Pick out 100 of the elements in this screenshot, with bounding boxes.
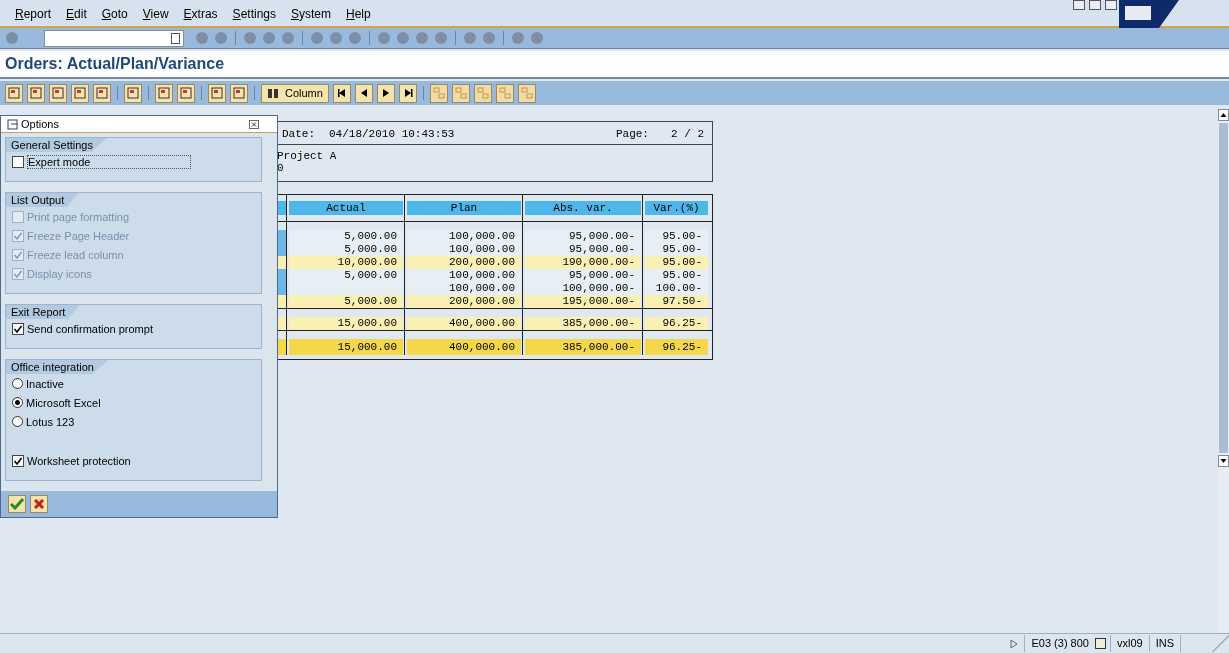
table-cell: 100,000.00 [407, 282, 521, 295]
date-value: 04/18/2010 10:43:53 [329, 128, 455, 140]
close-icon[interactable] [1105, 0, 1117, 10]
session-icon[interactable] [1094, 638, 1106, 649]
system-info: E03 (3) 800 [1024, 635, 1095, 652]
confirm-button[interactable] [8, 495, 26, 513]
option-label: Display icons [27, 267, 92, 280]
restore-icon[interactable] [1089, 0, 1101, 10]
row-marker [277, 201, 286, 215]
row-marker [277, 256, 286, 269]
menu-item[interactable]: Edit [66, 7, 87, 21]
next-icon[interactable] [376, 83, 395, 103]
header-text: Project A [277, 150, 338, 162]
menu-item[interactable]: Help [346, 7, 371, 21]
table-cell: 100,000.00 [407, 243, 521, 256]
scroll-down-icon[interactable] [1218, 455, 1229, 467]
date-label: Date: [282, 128, 315, 140]
group-title: Exit Report [6, 305, 80, 319]
table-cell: 195,000.00- [525, 295, 641, 308]
header-text: 0 [277, 162, 285, 174]
option-label: Microsoft Excel [26, 396, 101, 409]
row-marker [277, 243, 286, 256]
table-cell: 100,000.00- [525, 282, 641, 295]
table-cell: 95.00- [645, 243, 708, 256]
table-cell: 100,000.00 [407, 269, 521, 282]
row-marker [277, 269, 286, 282]
option-label: Expert mode [27, 154, 192, 169]
command-field[interactable] [44, 29, 184, 47]
menu-item[interactable]: Goto [101, 7, 128, 21]
column-header: Abs. var. [525, 201, 641, 215]
radio-button[interactable] [12, 397, 23, 408]
table-cell: 95.00- [645, 269, 708, 282]
table-cell: 5,000.00 [289, 269, 403, 282]
dropdown-icon[interactable] [171, 32, 180, 44]
table-cell: 400,000.00 [407, 317, 521, 330]
table-cell: 100.00- [645, 282, 708, 295]
checkbox[interactable] [12, 155, 24, 168]
server-name: vxl09 [1109, 635, 1149, 652]
expand-status-icon[interactable] [1010, 638, 1019, 649]
previous-icon[interactable] [354, 83, 373, 103]
group-title: General Settings [6, 138, 107, 152]
option-label: Freeze Page Header [27, 229, 130, 242]
table-cell: 400,000.00 [407, 339, 521, 355]
table-cell: 95,000.00- [525, 269, 641, 282]
table-cell: 385,000.00- [525, 317, 641, 330]
row-marker [277, 295, 286, 308]
row-marker [277, 317, 286, 330]
screen-title: Orders: Actual/Plan/Variance [5, 55, 225, 73]
table-cell: 95.00- [645, 230, 708, 243]
radio-button[interactable] [12, 416, 23, 427]
table-cell: 96.25- [645, 317, 708, 330]
radio-button[interactable] [12, 378, 23, 389]
column-header: Actual [289, 201, 403, 215]
table-cell: 200,000.00 [407, 256, 521, 269]
binoculars-icon [267, 87, 279, 99]
option-label: Freeze lead column [27, 248, 124, 261]
option-label: Print page formatting [27, 210, 130, 223]
menu-item[interactable]: Extras [183, 7, 218, 21]
table-cell: 15,000.00 [289, 339, 403, 355]
table-cell: 5,000.00 [289, 230, 403, 243]
table-cell: 96.25- [645, 339, 708, 355]
column-header: Var.(%) [645, 201, 708, 215]
table-cell: 200,000.00 [407, 295, 521, 308]
table-cell: 97.50- [645, 295, 708, 308]
option-label: Inactive [26, 377, 64, 390]
cancel-button[interactable] [30, 495, 48, 513]
input-mode: INS [1148, 635, 1180, 652]
table-cell: 190,000.00- [525, 256, 641, 269]
option-label: Lotus 123 [26, 415, 75, 428]
table-cell: 100,000.00 [407, 230, 521, 243]
resize-grip-icon[interactable] [1211, 635, 1229, 652]
row-marker [277, 282, 286, 295]
column-header: Plan [407, 201, 521, 215]
last-icon[interactable] [398, 83, 417, 103]
row-marker [277, 339, 286, 355]
group-title: List Output [6, 193, 79, 207]
first-icon[interactable] [332, 83, 351, 103]
table-cell: 385,000.00- [525, 339, 641, 355]
checkbox[interactable] [12, 322, 24, 335]
page-label: Page: [615, 128, 649, 140]
close-icon[interactable] [249, 119, 259, 129]
menu-item[interactable]: Settings [232, 7, 276, 21]
scroll-up-icon[interactable] [1218, 109, 1229, 121]
table-cell: 95,000.00- [525, 230, 641, 243]
group-title: Office integration [6, 360, 108, 374]
minimize-icon[interactable] [1073, 0, 1085, 10]
table-cell: 5,000.00 [289, 243, 403, 256]
checkbox[interactable] [12, 454, 24, 467]
row-marker [277, 230, 286, 243]
column-button[interactable]: Column [261, 83, 329, 103]
vertical-scrollbar[interactable] [1218, 109, 1229, 633]
menu-item[interactable]: System [291, 7, 331, 21]
page-number: 2 / 2 [671, 128, 704, 140]
menu-item[interactable]: View [142, 7, 169, 21]
table-cell: 5,000.00 [289, 295, 403, 308]
logo-icon [1119, 0, 1179, 28]
table-cell: 15,000.00 [289, 317, 403, 330]
menu-item[interactable]: Report [15, 7, 52, 21]
dialog-title: Options [21, 118, 59, 130]
check-icon [10, 498, 24, 510]
